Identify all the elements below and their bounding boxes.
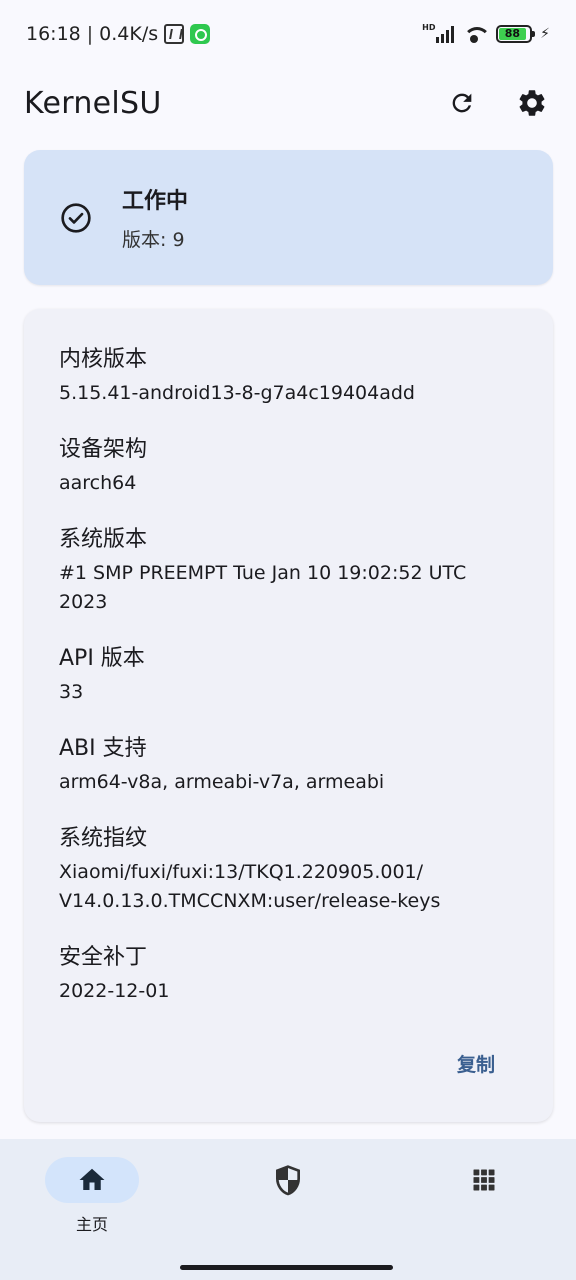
nav-item-home[interactable]: 主页 bbox=[27, 1157, 157, 1235]
status-version: 版本: 9 bbox=[122, 229, 185, 251]
info-item-kernel-version: 内核版本 5.15.41-android13-8-g7a4c19404add bbox=[59, 345, 519, 408]
gesture-handle[interactable] bbox=[180, 1265, 393, 1270]
nfc-icon bbox=[164, 24, 185, 44]
info-value: aarch64 bbox=[59, 472, 137, 494]
info-value: #1 SMP PREEMPT Tue Jan 10 19:02:52 UTC 2… bbox=[59, 562, 467, 613]
info-item-fingerprint: 系统指纹 Xiaomi/fuxi/fuxi:13/TKQ1.220905.001… bbox=[59, 824, 519, 916]
info-value: arm64-v8a, armeabi-v7a, armeabi bbox=[59, 771, 385, 793]
clock: 16:18 bbox=[26, 23, 81, 45]
info-item-security-patch: 安全补丁 2022-12-01 bbox=[59, 943, 519, 1006]
battery-icon: 88 bbox=[496, 25, 536, 43]
cell-signal-icon: HD bbox=[422, 23, 455, 43]
info-label: 系统指纹 bbox=[59, 826, 148, 851]
refresh-icon bbox=[452, 93, 472, 113]
info-item-device-arch: 设备架构 aarch64 bbox=[59, 435, 519, 498]
info-item-abi-support: ABI 支持 arm64-v8a, armeabi-v7a, armeabi bbox=[59, 734, 519, 797]
nav-item-modules[interactable] bbox=[419, 1157, 549, 1203]
app-bar-actions bbox=[444, 85, 550, 121]
refresh-button[interactable] bbox=[444, 85, 480, 121]
info-label: 内核版本 bbox=[59, 347, 148, 372]
nav-item-superuser[interactable] bbox=[223, 1157, 353, 1203]
info-label: 设备架构 bbox=[59, 437, 148, 462]
info-value: 2022-12-01 bbox=[59, 980, 170, 1002]
bottom-navigation: 主页 bbox=[0, 1139, 576, 1280]
status-bar: 16:18 | 0.4K/s HD 88 ⚡ bbox=[0, 0, 576, 68]
hd-label: HD bbox=[422, 23, 436, 32]
settings-button[interactable] bbox=[514, 85, 550, 121]
status-title: 工作中 bbox=[122, 189, 189, 214]
shield-icon bbox=[276, 1165, 300, 1196]
wifi-icon bbox=[462, 25, 489, 43]
status-right: HD 88 ⚡ bbox=[422, 23, 550, 43]
info-value: 33 bbox=[59, 681, 84, 703]
network-speed: 0.4K/s bbox=[99, 23, 159, 45]
info-label: ABI 支持 bbox=[59, 736, 147, 761]
top-app-bar: KernelSU bbox=[0, 68, 576, 138]
nav-label-home: 主页 bbox=[75, 1215, 108, 1234]
copy-button[interactable]: 复制 bbox=[457, 1050, 495, 1077]
info-item-api-version: API 版本 33 bbox=[59, 644, 519, 707]
nav-indicator bbox=[437, 1157, 531, 1203]
info-card: 内核版本 5.15.41-android13-8-g7a4c19404add 设… bbox=[24, 309, 553, 1122]
app-title: KernelSU bbox=[24, 85, 162, 121]
info-label: 系统版本 bbox=[59, 527, 148, 552]
info-label: 安全补丁 bbox=[59, 945, 148, 970]
status-separator: | bbox=[86, 23, 94, 45]
charging-icon: ⚡ bbox=[540, 26, 550, 42]
gear-icon bbox=[519, 90, 545, 116]
status-text: 工作中 版本: 9 bbox=[122, 183, 188, 252]
home-icon bbox=[79, 1168, 105, 1190]
info-value: Xiaomi/fuxi/fuxi:13/TKQ1.220905.001/ V14… bbox=[59, 861, 441, 912]
nav-indicator bbox=[45, 1157, 139, 1203]
info-item-system-version: 系统版本 #1 SMP PREEMPT Tue Jan 10 19:02:52 … bbox=[59, 525, 519, 617]
battery-level: 88 bbox=[499, 28, 526, 40]
nav-indicator bbox=[241, 1157, 335, 1203]
status-card[interactable]: 工作中 版本: 9 bbox=[24, 150, 553, 285]
apps-grid-icon bbox=[473, 1169, 495, 1191]
status-left: 16:18 | 0.4K/s bbox=[26, 23, 211, 45]
info-label: API 版本 bbox=[59, 646, 145, 671]
check-circle-icon bbox=[61, 202, 91, 233]
app-notification-icon bbox=[190, 24, 211, 44]
info-value: 5.15.41-android13-8-g7a4c19404add bbox=[59, 382, 415, 404]
